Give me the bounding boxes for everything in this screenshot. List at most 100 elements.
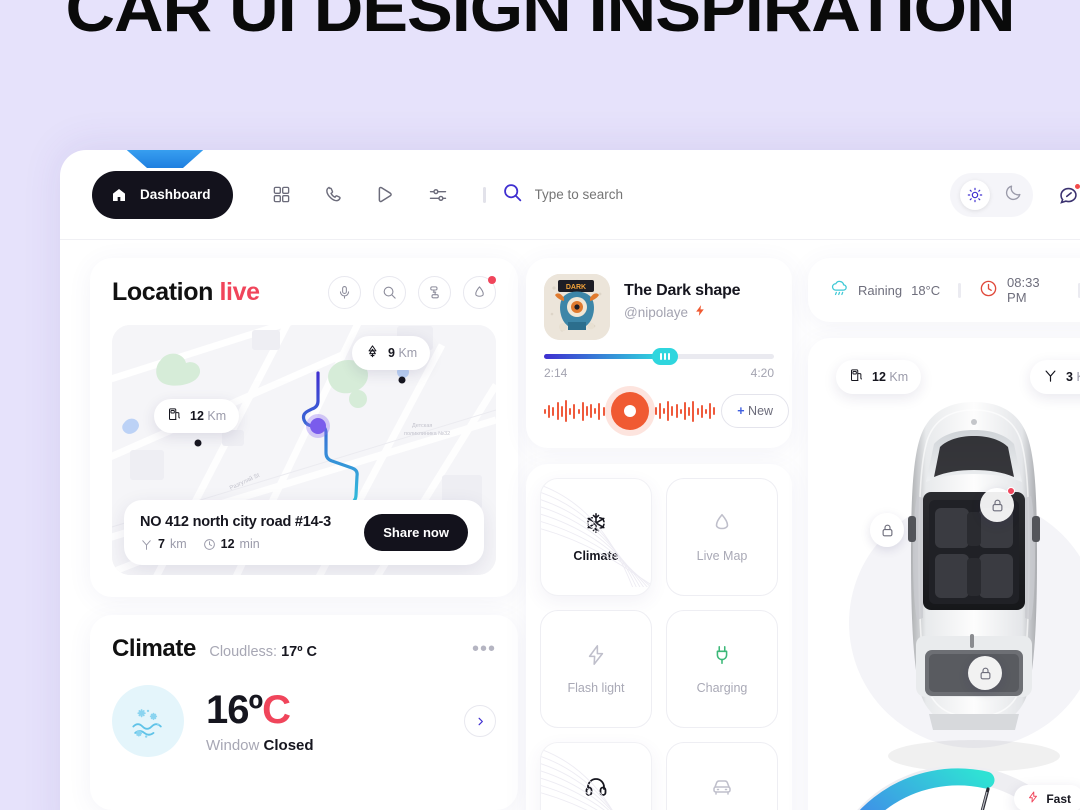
search-area[interactable] <box>502 182 705 208</box>
clock-icon <box>203 538 216 551</box>
svg-text:Детская: Детская <box>412 423 432 429</box>
map-pill-fuel[interactable]: 12 Km <box>154 399 240 433</box>
track-artist: @nipolaye <box>624 304 688 320</box>
snowflake-icon <box>112 685 184 757</box>
fuel-distance-unit: Km <box>207 409 227 423</box>
control-charging[interactable]: Charging <box>666 610 778 728</box>
nav-divider <box>482 186 486 203</box>
car-overview-card: 12 Km 3 Km <box>808 338 1080 810</box>
fuel-icon <box>849 368 864 386</box>
control-live-map[interactable]: Live Map <box>666 478 778 596</box>
eta-value: 12 <box>220 537 235 551</box>
sun-icon[interactable] <box>960 180 991 210</box>
location-actions <box>328 276 496 309</box>
location-card: Location live Детская поликлиника №32 Ра… <box>90 258 518 597</box>
address-box: NO 412 north city road #14-3 7 km 12 min… <box>124 500 484 565</box>
bolt-icon <box>1027 791 1039 806</box>
record-button[interactable] <box>610 392 649 430</box>
lock-icon-front-left[interactable] <box>870 513 904 547</box>
playback-progress[interactable] <box>544 348 774 365</box>
control-direction[interactable]: Direction <box>666 742 778 810</box>
climate-title: Climate <box>112 635 196 662</box>
location-title-main: Location <box>112 278 213 306</box>
quick-controls-card: Climate Live Map Flash light Charging <box>526 464 792 810</box>
new-recording-button[interactable]: + New <box>721 394 790 428</box>
status-card: Raining 18°C 08:33 PM <box>808 258 1080 322</box>
car-route-value: 3 <box>1066 370 1073 384</box>
fuel-icon <box>167 407 182 425</box>
nav-icon-group <box>269 182 492 208</box>
window-status: Window Closed <box>206 737 314 754</box>
grid-icon[interactable] <box>269 182 295 208</box>
search-input[interactable] <box>534 187 705 202</box>
current-time: 08:33 PM <box>1007 275 1040 305</box>
theme-toggle[interactable] <box>950 173 1034 217</box>
track-artist-row: @nipolaye <box>624 304 740 320</box>
location-header: Location live <box>112 276 496 309</box>
navbar-right: Qclay <box>950 150 1080 240</box>
music-player-card: DARK The Dark shape @nipolaye 2:14 4:20 … <box>526 258 792 448</box>
map-pill-tree[interactable]: 9 Km <box>352 336 431 370</box>
playback-times: 2:14 4:20 <box>544 366 774 380</box>
lock-alert-badge <box>1007 487 1015 495</box>
live-map[interactable]: Детская поликлиника №32 Разгуляй St 9 Km <box>112 325 496 575</box>
message-icon[interactable] <box>1055 182 1080 208</box>
dashboard-content: Location live Детская поликлиника №32 Ра… <box>60 240 1080 810</box>
location-title: Location live <box>112 278 260 307</box>
new-plus-label: + <box>737 404 745 418</box>
home-icon <box>108 184 130 206</box>
climate-next-button[interactable] <box>464 705 496 737</box>
clock-icon <box>979 279 998 301</box>
mic-icon[interactable] <box>328 276 361 309</box>
climate-title-row: Climate Cloudless: 17º C <box>112 635 317 663</box>
climate-card: Climate Cloudless: 17º C ••• 16ºC Window… <box>90 615 518 810</box>
sliders-icon[interactable] <box>425 182 451 208</box>
notification-badge <box>488 276 496 284</box>
time-current: 2:14 <box>544 366 568 380</box>
moon-icon[interactable] <box>1004 183 1023 207</box>
bell-icon[interactable] <box>463 276 496 309</box>
app-window: Dashboard Type to search Location live Д… <box>60 150 1080 810</box>
control-climate[interactable]: Climate <box>540 478 652 596</box>
control-label: Flash light <box>567 680 625 695</box>
tree-distance-unit: Km <box>398 346 418 360</box>
progress-fill <box>544 354 659 359</box>
window-label: Window <box>206 737 260 754</box>
distance-meta: 7 km <box>140 537 187 551</box>
lock-icon-front-right[interactable] <box>980 487 1015 522</box>
left-column: Location live Детская поликлиника №32 Ра… <box>90 258 518 810</box>
location-title-accent: live <box>219 278 261 306</box>
control-music[interactable]: Music <box>540 742 652 810</box>
control-flash-light[interactable]: Flash light <box>540 610 652 728</box>
car-pill-fuel[interactable]: 12 Km <box>836 360 922 394</box>
fast-badge: Fast <box>1014 785 1080 810</box>
middle-column: DARK The Dark shape @nipolaye 2:14 4:20 … <box>526 258 792 810</box>
search-icon[interactable] <box>373 276 406 309</box>
page-title: CAR UI DESIGN INSPIRATION <box>65 0 1015 45</box>
phone-icon[interactable] <box>321 182 347 208</box>
control-label: Charging <box>696 680 748 695</box>
climate-temp-unit: C <box>262 688 291 732</box>
climate-temp-value: 16º <box>206 688 263 732</box>
share-now-button[interactable]: Share now <box>364 514 468 551</box>
track-title: The Dark shape <box>624 282 741 299</box>
headphones-icon <box>584 775 608 804</box>
weather-temp: 18°C <box>911 282 941 298</box>
climate-condition-temp: 17º C <box>281 644 318 660</box>
snowflake-icon <box>585 512 607 539</box>
car-top-view <box>888 402 1060 772</box>
fast-label: Fast <box>1046 791 1071 806</box>
climate-menu-button[interactable]: ••• <box>472 638 496 661</box>
dashboard-button[interactable]: Dashboard <box>92 170 233 219</box>
progress-handle[interactable] <box>652 348 679 365</box>
control-label: Live Map <box>696 548 748 563</box>
message-badge <box>1074 183 1080 190</box>
car-front-icon <box>710 775 734 804</box>
play-icon[interactable] <box>373 182 399 208</box>
route-icon[interactable] <box>418 276 451 309</box>
car-pill-route[interactable]: 3 Km <box>1030 360 1080 394</box>
weather-label: Raining <box>858 282 903 298</box>
eta-unit: min <box>239 537 260 551</box>
climate-header: Climate Cloudless: 17º C ••• <box>112 635 496 663</box>
lock-icon-rear-right[interactable] <box>968 656 1002 690</box>
